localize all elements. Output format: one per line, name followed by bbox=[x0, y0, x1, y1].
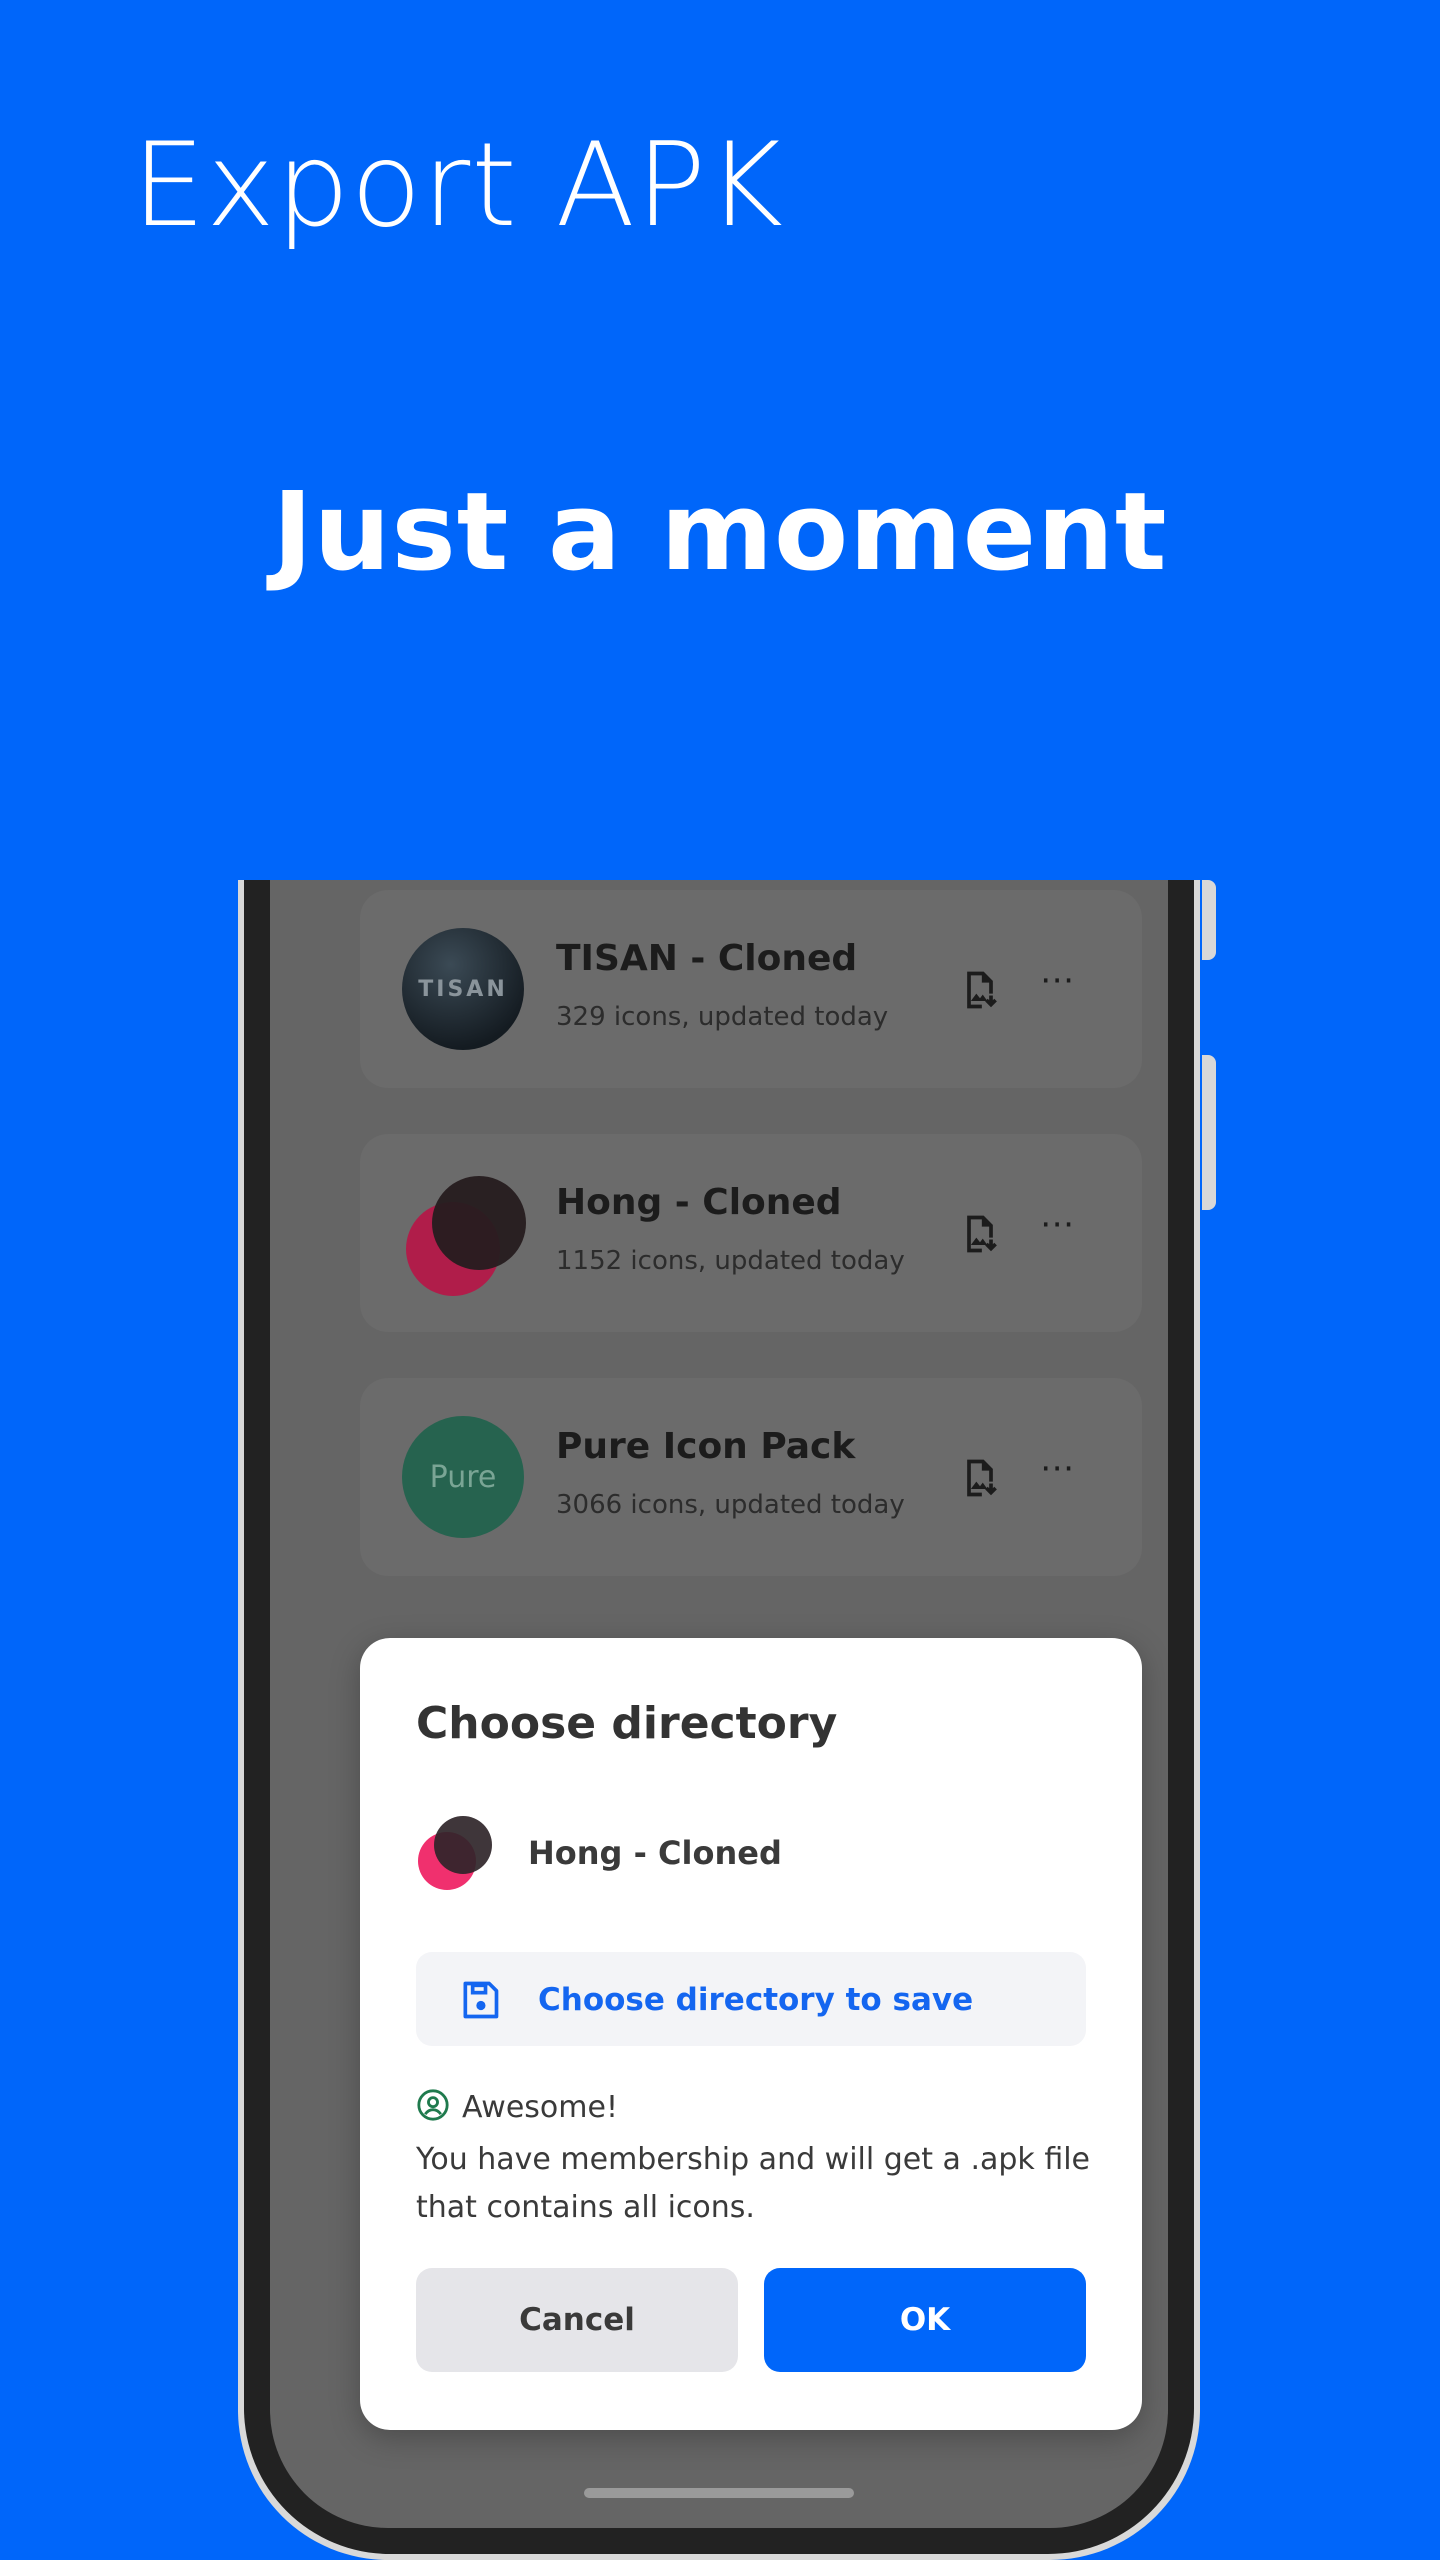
choose-directory-dialog: Choose directory Hong - Cloned Choose di… bbox=[360, 1638, 1142, 2430]
pack-meta: 3066 icons, updated today bbox=[556, 1490, 905, 1520]
pack-meta: 1152 icons, updated today bbox=[556, 1246, 905, 1276]
status-title: Awesome! bbox=[462, 2090, 618, 2125]
more-options-icon[interactable]: ⋯ bbox=[1040, 1204, 1076, 1244]
hong-logo-icon bbox=[402, 1172, 526, 1296]
more-options-icon[interactable]: ⋯ bbox=[1040, 1448, 1076, 1488]
phone-volume-button bbox=[1202, 880, 1216, 960]
hong-logo-icon bbox=[416, 1814, 492, 1890]
list-item-pack-hong[interactable]: Hong - Cloned 1152 icons, updated today … bbox=[360, 1134, 1142, 1332]
list-item-pack-pure[interactable]: Pure Pure Icon Pack 3066 icons, updated … bbox=[360, 1378, 1142, 1576]
export-apk-icon[interactable] bbox=[958, 1456, 1002, 1500]
phone-screen: TISAN TISAN - Cloned 329 icons, updated … bbox=[270, 880, 1168, 2528]
dialog-pack-name: Hong - Cloned bbox=[528, 1834, 782, 1872]
cancel-button[interactable]: Cancel bbox=[416, 2268, 738, 2372]
phone-mockup: TISAN TISAN - Cloned 329 icons, updated … bbox=[238, 880, 1216, 2560]
choose-directory-button[interactable]: Choose directory to save bbox=[416, 1952, 1086, 2046]
dialog-title: Choose directory bbox=[416, 1698, 838, 1749]
ok-button[interactable]: OK bbox=[764, 2268, 1086, 2372]
tisan-logo-icon: TISAN bbox=[402, 928, 524, 1050]
pack-meta: 329 icons, updated today bbox=[556, 1002, 889, 1032]
choose-directory-label: Choose directory to save bbox=[538, 1982, 974, 2018]
export-apk-icon[interactable] bbox=[958, 968, 1002, 1012]
pure-logo-icon: Pure bbox=[402, 1416, 524, 1538]
save-icon bbox=[463, 1981, 499, 2019]
export-apk-icon[interactable] bbox=[958, 1212, 1002, 1256]
tagline: Just a moment bbox=[272, 470, 1168, 595]
header-title: Export APK bbox=[132, 118, 784, 253]
pack-name: TISAN - Cloned bbox=[556, 938, 858, 979]
list-item-pack-tisan[interactable]: TISAN TISAN - Cloned 329 icons, updated … bbox=[360, 890, 1142, 1088]
more-options-icon[interactable]: ⋯ bbox=[1040, 960, 1076, 1000]
member-check-icon bbox=[417, 2089, 449, 2121]
status-message: You have membership and will get a .apk … bbox=[416, 2142, 1091, 2225]
home-indicator bbox=[584, 2488, 854, 2498]
pack-name: Hong - Cloned bbox=[556, 1182, 842, 1223]
pack-name: Pure Icon Pack bbox=[556, 1426, 856, 1467]
phone-power-button bbox=[1202, 1055, 1216, 1210]
